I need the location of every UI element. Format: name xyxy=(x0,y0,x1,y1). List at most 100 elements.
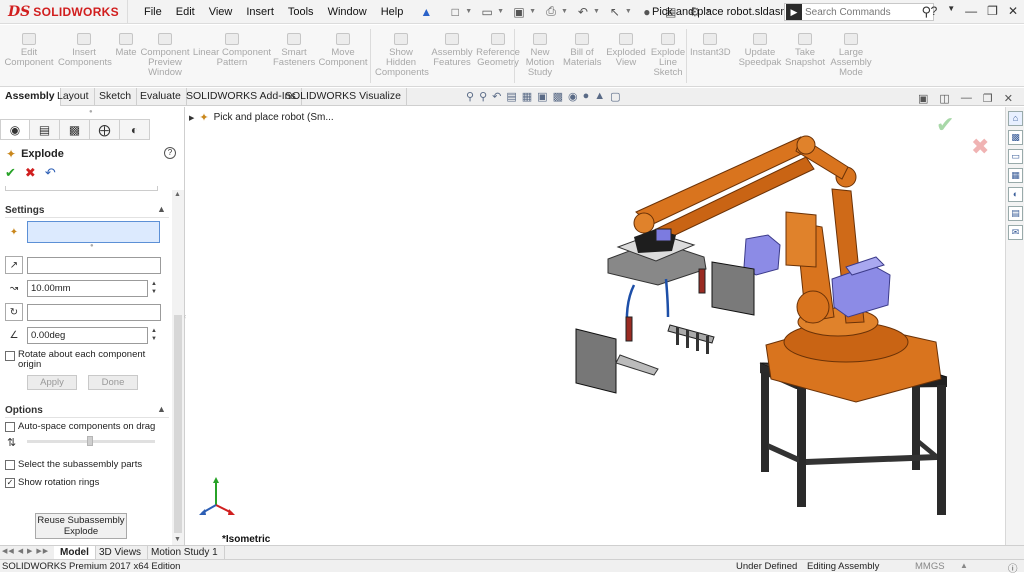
pin-icon[interactable]: ▲ xyxy=(420,5,432,19)
scroll-down-icon[interactable]: ▼ xyxy=(174,536,181,543)
feature-manager-tab-icon[interactable]: ◉ xyxy=(0,119,30,140)
flyout-feature-tree[interactable]: ▶ ✦ Pick and place robot (Sm... xyxy=(189,111,334,124)
property-manager-tab-icon[interactable]: ▤ xyxy=(30,119,60,140)
edit-appearance-icon[interactable]: ● xyxy=(583,90,590,103)
help-circle-icon[interactable]: ? xyxy=(164,147,176,159)
help-icon[interactable]: ? xyxy=(931,4,938,18)
menu-edit[interactable]: Edit xyxy=(169,6,202,18)
configuration-manager-tab-icon[interactable]: ▩ xyxy=(60,119,90,140)
ribbon-linear-component-pattern-button[interactable]: Linear Component Pattern xyxy=(192,33,272,68)
ribbon-update-speedpak-button[interactable]: Update Speedpak xyxy=(737,33,783,68)
menu-help[interactable]: Help xyxy=(374,6,411,18)
show-rotation-rings-option[interactable]: ✓ Show rotation rings xyxy=(5,477,99,488)
viewport-restore-icon[interactable]: ▣ xyxy=(918,92,928,105)
viewport-split-icon[interactable]: ◫ xyxy=(939,92,949,105)
dynamic-annotation-icon[interactable]: ▦ xyxy=(522,90,532,103)
show-rotation-rings-checkbox[interactable]: ✓ xyxy=(5,478,15,488)
menu-view[interactable]: View xyxy=(202,6,240,18)
file-explorer-icon[interactable]: ▭ xyxy=(1008,149,1023,164)
menu-file[interactable]: File xyxy=(137,6,169,18)
search-scope-icon[interactable]: ▶ xyxy=(786,4,802,20)
ribbon-move-component-button[interactable]: Move Component xyxy=(318,33,368,68)
search-commands-box[interactable]: ▶ Search Commands ⚲ xyxy=(784,3,934,21)
forum-icon[interactable]: ✉ xyxy=(1008,225,1023,240)
status-help-icon[interactable]: ⓘ xyxy=(1008,561,1018,575)
undo-icon[interactable]: ↶ xyxy=(574,4,592,20)
new-document-icon[interactable]: □ xyxy=(446,4,464,20)
view-orientation-icon[interactable]: ▣ xyxy=(537,90,547,103)
graphics-area[interactable]: ▶ ✦ Pick and place robot (Sm... ✔ ✖ *Iso… xyxy=(186,107,1004,545)
pane-scrollbar[interactable]: ▲ ▼ xyxy=(172,190,184,545)
rotation-axis-field[interactable] xyxy=(27,303,161,321)
explode-direction-field[interactable] xyxy=(27,256,161,274)
viewport-maximize-icon[interactable]: ❐ xyxy=(983,92,993,105)
tab-motion-study-1[interactable]: Motion Study 1 xyxy=(145,546,225,560)
selection-box-grip[interactable]: ● xyxy=(90,243,94,249)
tab-evaluate[interactable]: Evaluate xyxy=(135,88,187,106)
ribbon-smart-fasteners-button[interactable]: Smart Fasteners xyxy=(273,33,315,68)
search-icon[interactable]: ⚲ xyxy=(921,4,931,20)
ribbon-assembly-features-button[interactable]: Assembly Features xyxy=(430,33,474,68)
auto-space-option[interactable]: Auto-space components on drag xyxy=(5,421,155,432)
options-collapse-chevron-icon[interactable]: ▲ xyxy=(157,404,166,414)
save-icon[interactable]: ▣ xyxy=(510,4,528,20)
print-icon[interactable]: ⎙ xyxy=(542,4,560,20)
tab-3d-views[interactable]: 3D Views xyxy=(93,546,149,560)
ribbon-exploded-view-button[interactable]: Exploded View xyxy=(606,33,646,68)
rotation-axis-icon[interactable]: ↻ xyxy=(5,303,23,321)
pane-grip-top[interactable]: ● xyxy=(89,109,93,115)
options-group-header[interactable]: Options ▲ xyxy=(5,404,166,416)
auto-space-checkbox[interactable] xyxy=(5,422,15,432)
hide-show-items-icon[interactable]: ◉ xyxy=(568,90,578,103)
minimize-icon[interactable]: — xyxy=(965,4,977,18)
rotate-each-checkbox[interactable] xyxy=(5,351,15,361)
done-button[interactable]: Done xyxy=(88,375,138,390)
unit-system[interactable]: MMGS xyxy=(915,561,945,572)
view-palette-icon[interactable]: ▦ xyxy=(1008,168,1023,183)
rotation-angle-input[interactable]: 0.00deg xyxy=(27,326,148,344)
restore-icon[interactable]: ❐ xyxy=(987,4,998,18)
custom-properties-icon[interactable]: ▤ xyxy=(1008,206,1023,221)
ribbon-insert-components-button[interactable]: Insert Components xyxy=(58,33,112,68)
explode-distance-input[interactable]: 10.00mm xyxy=(27,279,148,297)
apply-scene-icon[interactable]: ▲ xyxy=(594,90,605,103)
units-dropdown-icon[interactable]: ▲ xyxy=(960,561,968,570)
collapse-chevron-icon[interactable]: ▲ xyxy=(157,204,166,214)
view-settings-icon[interactable]: ▢ xyxy=(610,90,620,103)
ribbon-component-preview-window-button[interactable]: Component Preview Window xyxy=(140,33,190,78)
explode-direction-icon[interactable]: ↗ xyxy=(5,256,23,274)
open-icon[interactable]: ▭ xyxy=(478,4,496,20)
select-icon[interactable]: ↖ xyxy=(606,4,624,20)
ok-checkmark-icon[interactable]: ✔ xyxy=(5,165,16,181)
design-library-icon[interactable]: ▩ xyxy=(1008,130,1023,145)
ribbon-show-hidden-components-button[interactable]: Show Hidden Components xyxy=(375,33,429,78)
undo-step-icon[interactable]: ↶ xyxy=(45,165,56,181)
dropdown-icon[interactable]: ▼ xyxy=(947,4,955,18)
solidworks-resources-icon[interactable]: ⌂ xyxy=(1008,111,1023,126)
rotate-each-option[interactable]: Rotate about each component origin xyxy=(5,350,155,370)
ribbon-bill-of-materials-button[interactable]: Bill of Materials xyxy=(563,33,602,68)
distance-spinner[interactable]: ▲ ▼ xyxy=(151,280,157,296)
reuse-subassembly-explode-button[interactable]: Reuse Subassembly Explode xyxy=(35,513,127,539)
ribbon-edit-component-button[interactable]: Edit Component xyxy=(4,33,54,68)
spacing-slider-knob[interactable] xyxy=(87,436,93,446)
scroll-thumb[interactable] xyxy=(174,315,182,533)
ribbon-new-motion-study-button[interactable]: New Motion Study xyxy=(522,33,558,78)
scroll-up-icon[interactable]: ▲ xyxy=(174,191,181,198)
select-subassembly-checkbox[interactable] xyxy=(5,460,15,470)
dimxpert-manager-tab-icon[interactable]: ⨁ xyxy=(90,119,120,140)
ribbon-mate-button[interactable]: Mate xyxy=(113,33,139,58)
zoom-to-fit-icon[interactable]: ⚲ xyxy=(466,90,474,103)
ribbon-explode-line-sketch-button[interactable]: Explode Line Sketch xyxy=(650,33,686,78)
appearances-icon[interactable]: ◐ xyxy=(1008,187,1023,202)
display-style-icon[interactable]: ▩ xyxy=(553,90,563,103)
ribbon-instant3d-button[interactable]: Instant3D xyxy=(690,33,731,58)
select-subassembly-option[interactable]: Select the subassembly parts xyxy=(5,459,142,470)
previous-view-icon[interactable]: ↶ xyxy=(492,90,501,103)
angle-spinner[interactable]: ▲ ▼ xyxy=(151,327,157,343)
viewport-close-icon[interactable]: ✕ xyxy=(1004,92,1013,105)
tab-model[interactable]: Model xyxy=(54,546,96,560)
robot-model-viewport[interactable] xyxy=(376,117,976,537)
display-manager-tab-icon[interactable]: ◐ xyxy=(120,119,150,140)
settings-group-header[interactable]: Settings ▲ xyxy=(5,204,166,216)
